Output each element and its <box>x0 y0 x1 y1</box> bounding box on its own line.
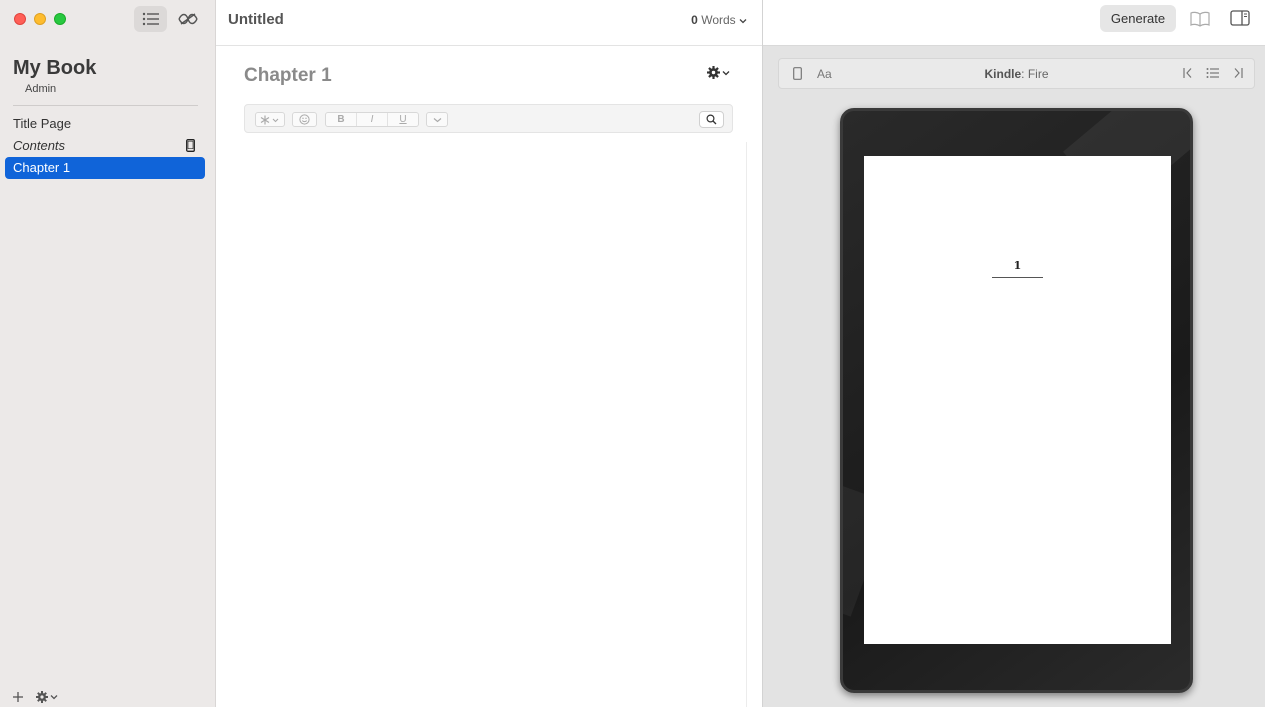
preview-pane: Generate Aa Kindle: Fire 1 <box>762 0 1265 707</box>
sidebar-toggle-icon[interactable] <box>1230 10 1250 26</box>
close-window-button[interactable] <box>14 13 26 25</box>
search-icon <box>706 114 717 125</box>
sidebar-toolbar <box>134 6 204 32</box>
preview-header: Generate <box>763 0 1265 46</box>
bold-button[interactable]: B <box>326 113 357 126</box>
device-icon <box>186 139 195 152</box>
generate-button[interactable]: Generate <box>1100 5 1176 32</box>
sidebar-bottom-toolbar <box>12 691 58 703</box>
editor-pane: Untitled 0 Words Chapter 1 B I U <box>216 0 762 707</box>
toc-icon[interactable] <box>1206 67 1220 79</box>
word-count-button[interactable]: 0 Words <box>691 13 747 27</box>
sidebar-item-label: Title Page <box>13 116 72 131</box>
underline-button[interactable]: U <box>388 113 418 126</box>
sidebar-item-label: Chapter 1 <box>13 160 71 175</box>
page-rule <box>992 277 1043 278</box>
device-brand: Kindle <box>984 67 1022 81</box>
device-model: : Fire <box>1021 67 1049 81</box>
link-icon <box>177 13 198 25</box>
text-editor-area[interactable] <box>244 142 747 707</box>
gear-icon <box>707 66 720 79</box>
book-title[interactable]: My Book <box>13 57 96 80</box>
word-count-label: Words <box>701 13 736 27</box>
chevron-down-icon <box>433 117 441 122</box>
find-button[interactable] <box>699 111 724 128</box>
first-page-icon[interactable] <box>1182 67 1196 79</box>
style-menu-button[interactable] <box>255 112 285 127</box>
links-view-button[interactable] <box>171 6 204 32</box>
italic-button[interactable]: I <box>357 113 388 126</box>
list-icon <box>142 12 159 26</box>
text-style-group: B I U <box>325 112 419 127</box>
list-view-button[interactable] <box>134 6 167 32</box>
emoji-button[interactable] <box>292 112 317 127</box>
preview-toolbar: Aa Kindle: Fire <box>778 58 1255 89</box>
sidebar-settings-button[interactable] <box>36 691 58 703</box>
asterisk-icon <box>260 115 279 124</box>
book-author[interactable]: Admin <box>25 83 56 95</box>
chapter-title[interactable]: Chapter 1 <box>244 65 332 87</box>
sidebar-item-label: Contents <box>13 138 66 153</box>
minimize-window-button[interactable] <box>34 13 46 25</box>
document-title: Untitled <box>228 11 284 28</box>
sidebar-item-contents[interactable]: Contents <box>5 135 205 157</box>
preview-nav <box>1182 67 1244 79</box>
sidebar-item-title-page[interactable]: Title Page <box>5 113 205 135</box>
chevron-down-icon <box>50 695 58 700</box>
gear-icon <box>36 691 48 703</box>
chevron-down-icon <box>739 19 747 24</box>
sidebar: My Book Admin Title Page Contents Chapte… <box>0 0 216 707</box>
sidebar-nav: Title Page Contents Chapter 1 <box>5 113 205 179</box>
page-number: 1 <box>1013 259 1022 272</box>
more-format-button[interactable] <box>426 112 448 127</box>
smiley-icon <box>299 114 310 125</box>
add-icon[interactable] <box>12 691 24 703</box>
kindle-device-frame: 1 <box>840 108 1193 693</box>
sidebar-item-chapter-1[interactable]: Chapter 1 <box>5 157 205 179</box>
sidebar-divider <box>13 105 198 106</box>
last-page-icon[interactable] <box>1230 67 1244 79</box>
chevron-down-icon <box>722 70 730 75</box>
book-preview-icon[interactable] <box>1189 10 1211 28</box>
editor-header: Untitled 0 Words <box>216 0 762 46</box>
zoom-window-button[interactable] <box>54 13 66 25</box>
word-count-value: 0 <box>691 13 698 27</box>
format-toolbar: B I U <box>244 104 733 133</box>
kindle-screen[interactable]: 1 <box>864 156 1171 644</box>
window-controls <box>14 13 66 25</box>
chapter-settings-button[interactable] <box>707 66 730 79</box>
